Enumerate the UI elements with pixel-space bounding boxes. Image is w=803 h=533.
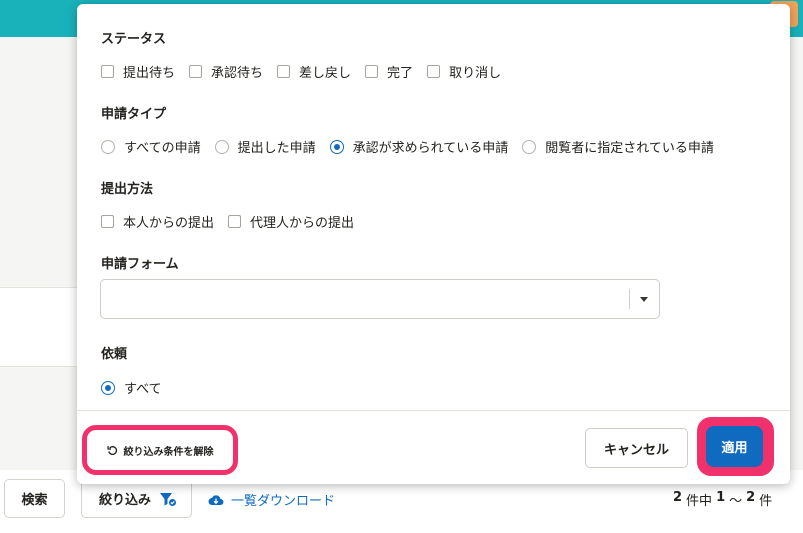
checkbox[interactable] — [101, 65, 114, 78]
status-options: 提出待ち 承認待ち 差し戻し 完了 取り消し — [101, 62, 515, 81]
option-label: 提出した申請 — [237, 141, 316, 156]
apply-button[interactable]: 適用 — [706, 426, 763, 467]
clear-filter-label: 絞り込み条件を解除 — [123, 446, 214, 458]
count-to: 2 — [746, 490, 756, 505]
request-type-viewer[interactable]: 閲覧者に指定されている申請 — [522, 137, 714, 156]
option-label: すべて — [124, 382, 162, 397]
request-type-section-title: 申請タイプ — [101, 107, 167, 122]
request-type-options: すべての申請 提出した申請 承認が求められている申請 閲覧者に指定されている申請 — [101, 137, 728, 156]
dialog-footer-divider — [77, 410, 790, 411]
option-label: 取り消し — [449, 66, 502, 81]
checkbox[interactable] — [101, 215, 114, 228]
status-option-pending-approval[interactable]: 承認待ち — [189, 62, 263, 81]
option-label: 本人からの提出 — [123, 216, 215, 231]
option-label: すべての申請 — [124, 141, 201, 156]
result-count: 2 件中 1 〜 2 件 — [673, 490, 772, 509]
download-link-label: 一覧ダウンロード — [231, 494, 336, 509]
checkbox[interactable] — [277, 65, 291, 78]
select-separator — [629, 289, 630, 309]
download-list-link[interactable]: 一覧ダウンロード — [208, 490, 335, 509]
submission-method-self[interactable]: 本人からの提出 — [101, 212, 214, 231]
status-option-cancelled[interactable]: 取り消し — [427, 62, 501, 81]
option-label: 承認待ち — [211, 66, 264, 81]
filter-button[interactable]: 絞り込み — [81, 479, 192, 518]
count-tilde: 〜 — [729, 494, 743, 509]
checkbox[interactable] — [228, 215, 242, 228]
count-unit: 件中 — [686, 494, 713, 509]
request-options: すべて — [101, 378, 176, 397]
option-label: 閲覧者に指定されている申請 — [545, 141, 714, 156]
search-button[interactable]: 検索 — [4, 479, 65, 518]
request-form-select[interactable] — [100, 279, 660, 319]
request-form-section-title: 申請フォーム — [101, 257, 179, 272]
option-label: 承認が求められている申請 — [352, 141, 509, 156]
submission-method-proxy[interactable]: 代理人からの提出 — [228, 212, 354, 231]
checkbox[interactable] — [365, 65, 379, 78]
status-option-returned[interactable]: 差し戻し — [277, 62, 351, 81]
radio[interactable] — [522, 139, 537, 154]
background-panel — [0, 287, 80, 367]
radio-selected[interactable] — [101, 380, 115, 395]
option-label: 提出待ち — [123, 66, 176, 81]
checkbox[interactable] — [427, 65, 441, 78]
cancel-button[interactable]: キャンセル — [585, 428, 688, 468]
request-type-all[interactable]: すべての申請 — [101, 137, 201, 156]
submission-method-options: 本人からの提出 代理人からの提出 — [101, 212, 368, 231]
radio[interactable] — [101, 139, 115, 154]
request-type-submitted[interactable]: 提出した申請 — [214, 137, 316, 156]
radio[interactable] — [214, 139, 229, 154]
option-label: 代理人からの提出 — [250, 216, 355, 231]
request-section-title: 依頼 — [101, 347, 128, 362]
count-from: 1 — [716, 490, 726, 505]
clear-filter-highlight: 絞り込み条件を解除 — [82, 425, 238, 475]
status-option-pending-submission[interactable]: 提出待ち — [101, 62, 175, 81]
submission-method-section-title: 提出方法 — [101, 182, 154, 197]
cloud-download-icon — [208, 494, 224, 505]
request-option-all[interactable]: すべて — [101, 378, 162, 397]
request-type-approval-required[interactable]: 承認が求められている申請 — [329, 137, 509, 156]
count-unit-2: 件 — [759, 494, 773, 509]
checkbox[interactable] — [189, 65, 203, 78]
apply-highlight: 適用 — [697, 417, 774, 476]
option-label: 完了 — [387, 66, 414, 81]
option-label: 差し戻し — [299, 66, 352, 81]
status-option-completed[interactable]: 完了 — [365, 62, 413, 81]
clear-filter-button[interactable]: 絞り込み条件を解除 — [92, 435, 228, 465]
filter-button-label: 絞り込み — [99, 493, 152, 508]
reset-icon — [106, 445, 117, 455]
status-section-title: ステータス — [101, 32, 167, 47]
chevron-down-icon[interactable] — [640, 297, 648, 302]
radio-selected[interactable] — [329, 139, 344, 154]
count-total: 2 — [673, 490, 683, 505]
filter-dialog: ステータス 提出待ち 承認待ち 差し戻し 完了 取り消し 申請タイプ すべての申… — [77, 4, 790, 484]
filter-active-icon — [160, 492, 178, 507]
